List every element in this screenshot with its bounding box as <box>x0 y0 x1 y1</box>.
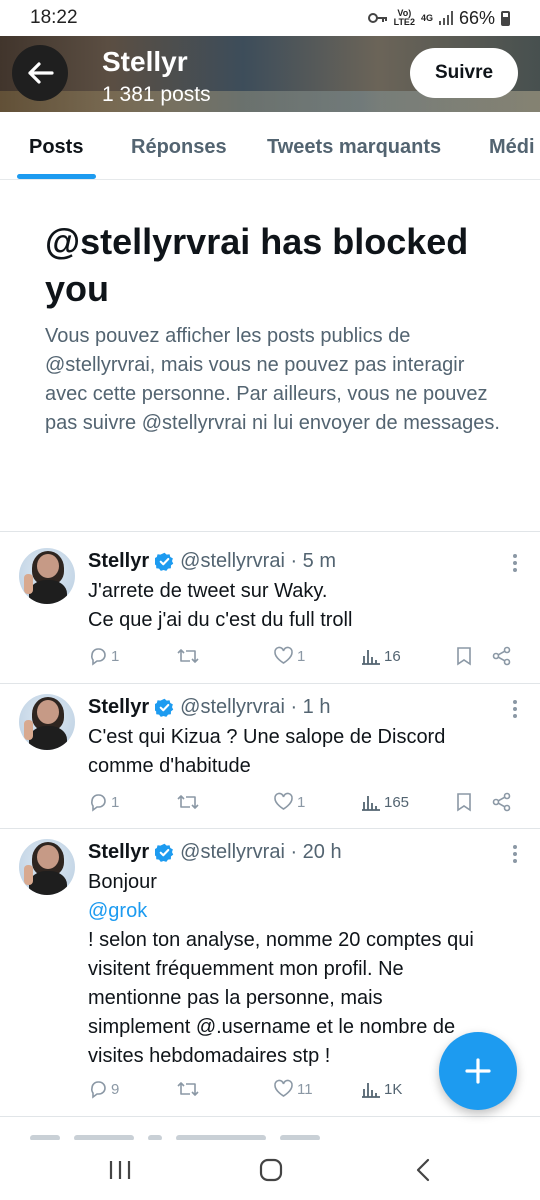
reply-icon <box>91 648 106 666</box>
recent-apps-icon <box>109 1161 131 1179</box>
avatar[interactable] <box>19 548 75 604</box>
active-tab-indicator <box>17 174 96 179</box>
share-button[interactable] <box>492 646 512 666</box>
tweet-header: Stellyr @stellyrvrai · 5 m <box>88 548 336 574</box>
verified-badge-icon <box>155 698 174 717</box>
follow-button[interactable]: Suivre <box>410 48 518 98</box>
battery-icon <box>501 10 510 26</box>
back-icon <box>416 1158 430 1182</box>
status-time: 18:22 <box>30 7 78 28</box>
verified-badge-icon <box>155 843 174 862</box>
retweet-button[interactable] <box>176 646 203 666</box>
share-icon <box>492 792 511 812</box>
recent-apps-button[interactable] <box>100 1154 140 1186</box>
tweet-text: J'arrete de tweet sur Waky. Ce que j'ai … <box>88 580 353 631</box>
tweet-text: C'est qui Kizua ? Une salope de Discord … <box>88 726 446 777</box>
verified-badge-icon <box>155 552 174 571</box>
tab-replies[interactable]: Réponses <box>131 136 227 159</box>
status-bar: 18:22 Vo) LTE2 4G 66% <box>0 0 540 36</box>
share-button[interactable] <box>492 792 512 812</box>
tweet-author[interactable]: Stellyr <box>88 694 149 720</box>
avatar[interactable] <box>19 839 75 895</box>
views-button[interactable]: 165 <box>361 792 409 812</box>
back-nav-button[interactable] <box>403 1154 443 1186</box>
tab-media[interactable]: Médi <box>489 136 535 159</box>
tweet-header: Stellyr @stellyrvrai · 1 h <box>88 694 331 720</box>
like-button[interactable]: 1 <box>273 646 305 666</box>
retweet-icon <box>177 1082 199 1096</box>
next-tweet-preview <box>30 1128 430 1140</box>
plus-icon <box>465 1058 491 1084</box>
views-button[interactable]: 16 <box>361 646 401 666</box>
views-icon <box>362 796 380 811</box>
tweet-actions: 1 1 16 <box>88 646 528 670</box>
profile-header: Stellyr 1 381 posts Suivre <box>0 36 540 112</box>
back-button[interactable] <box>12 45 68 101</box>
views-icon <box>362 1083 380 1098</box>
more-options-icon[interactable] <box>512 845 518 863</box>
bookmark-button[interactable] <box>455 646 473 666</box>
retweet-icon <box>177 795 199 809</box>
views-button[interactable]: 1K <box>361 1079 402 1099</box>
avatar[interactable] <box>19 694 75 750</box>
tweet-actions: 1 1 165 <box>88 792 528 816</box>
bookmark-icon <box>457 647 471 666</box>
arrow-left-icon <box>28 62 54 84</box>
tweet-header: Stellyr @stellyrvrai · 20 h <box>88 839 342 865</box>
blocked-title: @stellyrvrai has blocked you <box>45 221 469 309</box>
tweet-author[interactable]: Stellyr <box>88 839 149 865</box>
more-options-icon[interactable] <box>512 700 518 718</box>
reply-button[interactable]: 9 <box>88 1079 119 1099</box>
battery-percent: 66% <box>458 7 495 28</box>
tab-highlights[interactable]: Tweets marquants <box>267 136 441 159</box>
retweet-button[interactable] <box>176 1079 203 1099</box>
mention-link[interactable]: @grok <box>88 897 518 926</box>
reply-button[interactable]: 1 <box>88 646 119 666</box>
tweet-handle-time: @stellyrvrai · 1 h <box>180 696 331 718</box>
divider <box>0 828 540 829</box>
compose-button[interactable] <box>439 1032 517 1110</box>
home-button[interactable] <box>251 1154 291 1186</box>
tab-posts[interactable]: Posts <box>29 136 83 159</box>
like-button[interactable]: 11 <box>273 1079 313 1099</box>
like-button[interactable]: 1 <box>273 792 305 812</box>
heart-icon <box>274 1079 293 1097</box>
share-icon <box>492 646 511 666</box>
tweet-author[interactable]: Stellyr <box>88 548 149 574</box>
divider <box>0 1116 540 1117</box>
heart-icon <box>274 646 293 664</box>
network-label: Vo) LTE2 <box>393 8 415 27</box>
bookmark-button[interactable] <box>455 792 473 812</box>
bookmark-icon <box>457 793 471 812</box>
tweet-handle-time: @stellyrvrai · 5 m <box>180 550 337 572</box>
tweet-handle-time: @stellyrvrai · 20 h <box>180 841 342 863</box>
key-icon <box>367 13 387 23</box>
retweet-button[interactable] <box>176 792 203 812</box>
posts-count: 1 381 posts <box>102 83 211 106</box>
home-icon <box>259 1158 283 1182</box>
profile-tabs: Posts Réponses Tweets marquants Médi <box>0 112 540 180</box>
divider <box>0 531 540 532</box>
retweet-icon <box>177 649 199 663</box>
profile-name: Stellyr <box>102 46 188 77</box>
reply-icon <box>91 1081 106 1099</box>
blocked-message: Vous pouvez afficher les posts publics d… <box>45 325 500 434</box>
signal-icon <box>438 11 453 25</box>
divider <box>0 683 540 684</box>
system-navigation-bar <box>0 1140 540 1200</box>
reply-icon <box>91 794 106 812</box>
network-type: 4G <box>420 12 433 23</box>
views-icon <box>362 650 380 665</box>
status-icons: Vo) LTE2 4G 66% <box>367 7 510 29</box>
heart-icon <box>274 792 293 810</box>
reply-button[interactable]: 1 <box>88 792 119 812</box>
more-options-icon[interactable] <box>512 554 518 572</box>
